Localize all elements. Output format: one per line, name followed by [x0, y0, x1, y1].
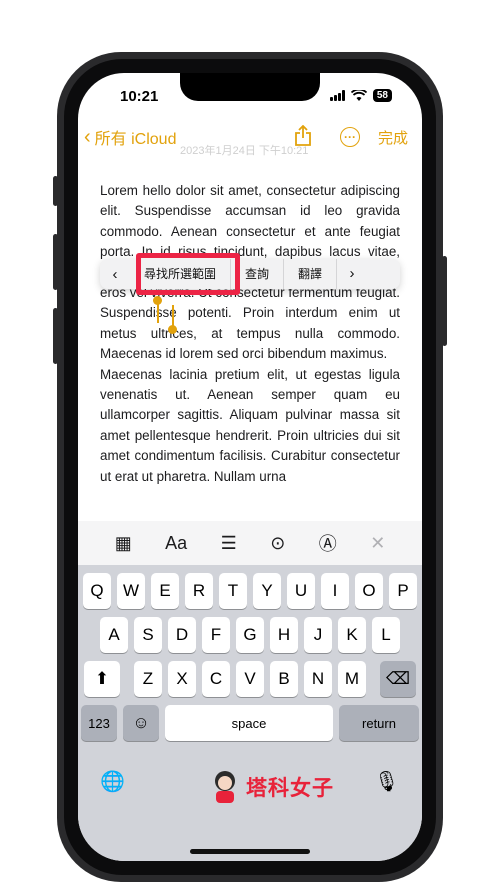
keyboard: QWERTYUIOP ASDFGHJKL ⬆ ZXCVBNM ⌫ 123 ☺ s…	[78, 565, 422, 861]
globe-icon[interactable]: 🌐	[100, 769, 125, 794]
highlight-box	[136, 253, 240, 295]
key-y[interactable]: Y	[253, 573, 281, 609]
table-icon[interactable]: ▦	[115, 533, 132, 554]
key-u[interactable]: U	[287, 573, 315, 609]
delete-key[interactable]: ⌫	[380, 661, 416, 697]
key-d[interactable]: D	[168, 617, 196, 653]
numbers-key[interactable]: 123	[81, 705, 117, 741]
key-t[interactable]: T	[219, 573, 247, 609]
key-k[interactable]: K	[338, 617, 366, 653]
wifi-icon	[350, 89, 367, 101]
key-b[interactable]: B	[270, 661, 298, 697]
signal-icon	[329, 90, 345, 101]
format-icon[interactable]: Aa	[165, 533, 187, 554]
key-v[interactable]: V	[236, 661, 264, 697]
done-button[interactable]: 完成	[378, 127, 408, 148]
phone-screen: 10:21 58 ‹ 所有 iCloud 2023年1月24日 下午10:21 …	[78, 73, 422, 861]
navigation-bar: ‹ 所有 iCloud 2023年1月24日 下午10:21 ··· 完成	[78, 123, 422, 157]
checklist-icon[interactable]: ☰	[221, 533, 237, 554]
watermark-logo-icon	[215, 771, 235, 803]
key-h[interactable]: H	[270, 617, 298, 653]
key-m[interactable]: M	[338, 661, 366, 697]
key-e[interactable]: E	[151, 573, 179, 609]
selection-handle-end-dot[interactable]	[168, 325, 177, 334]
keyboard-toolbar: ▦ Aa ☰ ⊙ Ⓐ ✕	[78, 521, 422, 565]
mute-switch	[53, 176, 58, 206]
watermark: 塔科女子	[210, 769, 334, 805]
power-button	[442, 256, 447, 346]
microphone-icon[interactable]: 🎙	[374, 769, 399, 794]
key-i[interactable]: I	[321, 573, 349, 609]
close-icon[interactable]: ✕	[370, 533, 385, 554]
volume-up-button	[53, 234, 58, 290]
key-g[interactable]: G	[236, 617, 264, 653]
keyboard-row-1: QWERTYUIOP	[78, 573, 422, 609]
camera-icon[interactable]: ⊙	[270, 533, 285, 554]
share-icon[interactable]	[294, 125, 312, 147]
emoji-key[interactable]: ☺	[123, 705, 159, 741]
keyboard-row-3: ⬆ ZXCVBNM ⌫	[78, 661, 422, 697]
shift-key[interactable]: ⬆	[84, 661, 120, 697]
menu-translate[interactable]: 翻譯	[283, 259, 336, 289]
status-time: 10:21	[120, 88, 159, 105]
keyboard-row-4: 123 ☺ space return	[78, 705, 422, 741]
key-s[interactable]: S	[134, 617, 162, 653]
selection-handle-end[interactable]	[172, 305, 174, 327]
key-j[interactable]: J	[304, 617, 332, 653]
menu-prev-arrow[interactable]: ‹	[100, 266, 130, 283]
key-l[interactable]: L	[372, 617, 400, 653]
return-key[interactable]: return	[339, 705, 419, 741]
key-x[interactable]: X	[168, 661, 196, 697]
key-f[interactable]: F	[202, 617, 230, 653]
chevron-left-icon: ‹	[84, 126, 91, 148]
key-o[interactable]: O	[355, 573, 383, 609]
key-w[interactable]: W	[117, 573, 145, 609]
note-body[interactable]: Lorem hello dolor sit amet, consectetur …	[100, 181, 400, 487]
note-date: 2023年1月24日 下午10:21	[180, 145, 309, 157]
battery-icon: 58	[372, 89, 392, 102]
watermark-text: 塔科女子	[246, 777, 334, 800]
back-label: 所有 iCloud	[94, 131, 177, 148]
key-p[interactable]: P	[389, 573, 417, 609]
back-button[interactable]: ‹ 所有 iCloud	[84, 125, 176, 149]
key-c[interactable]: C	[202, 661, 230, 697]
dynamic-island	[180, 73, 320, 101]
key-n[interactable]: N	[304, 661, 332, 697]
keyboard-row-2: ASDFGHJKL	[78, 617, 422, 653]
key-r[interactable]: R	[185, 573, 213, 609]
volume-down-button	[53, 308, 58, 364]
key-a[interactable]: A	[100, 617, 128, 653]
menu-next-arrow[interactable]: ›	[336, 259, 367, 289]
key-z[interactable]: Z	[134, 661, 162, 697]
status-icons: 58	[329, 89, 392, 102]
space-key[interactable]: space	[165, 705, 333, 741]
markup-icon[interactable]: Ⓐ	[319, 530, 337, 556]
key-q[interactable]: Q	[83, 573, 111, 609]
home-indicator	[190, 849, 310, 854]
more-options-icon[interactable]: ···	[340, 127, 360, 147]
selection-handle-start-dot[interactable]	[153, 296, 162, 305]
